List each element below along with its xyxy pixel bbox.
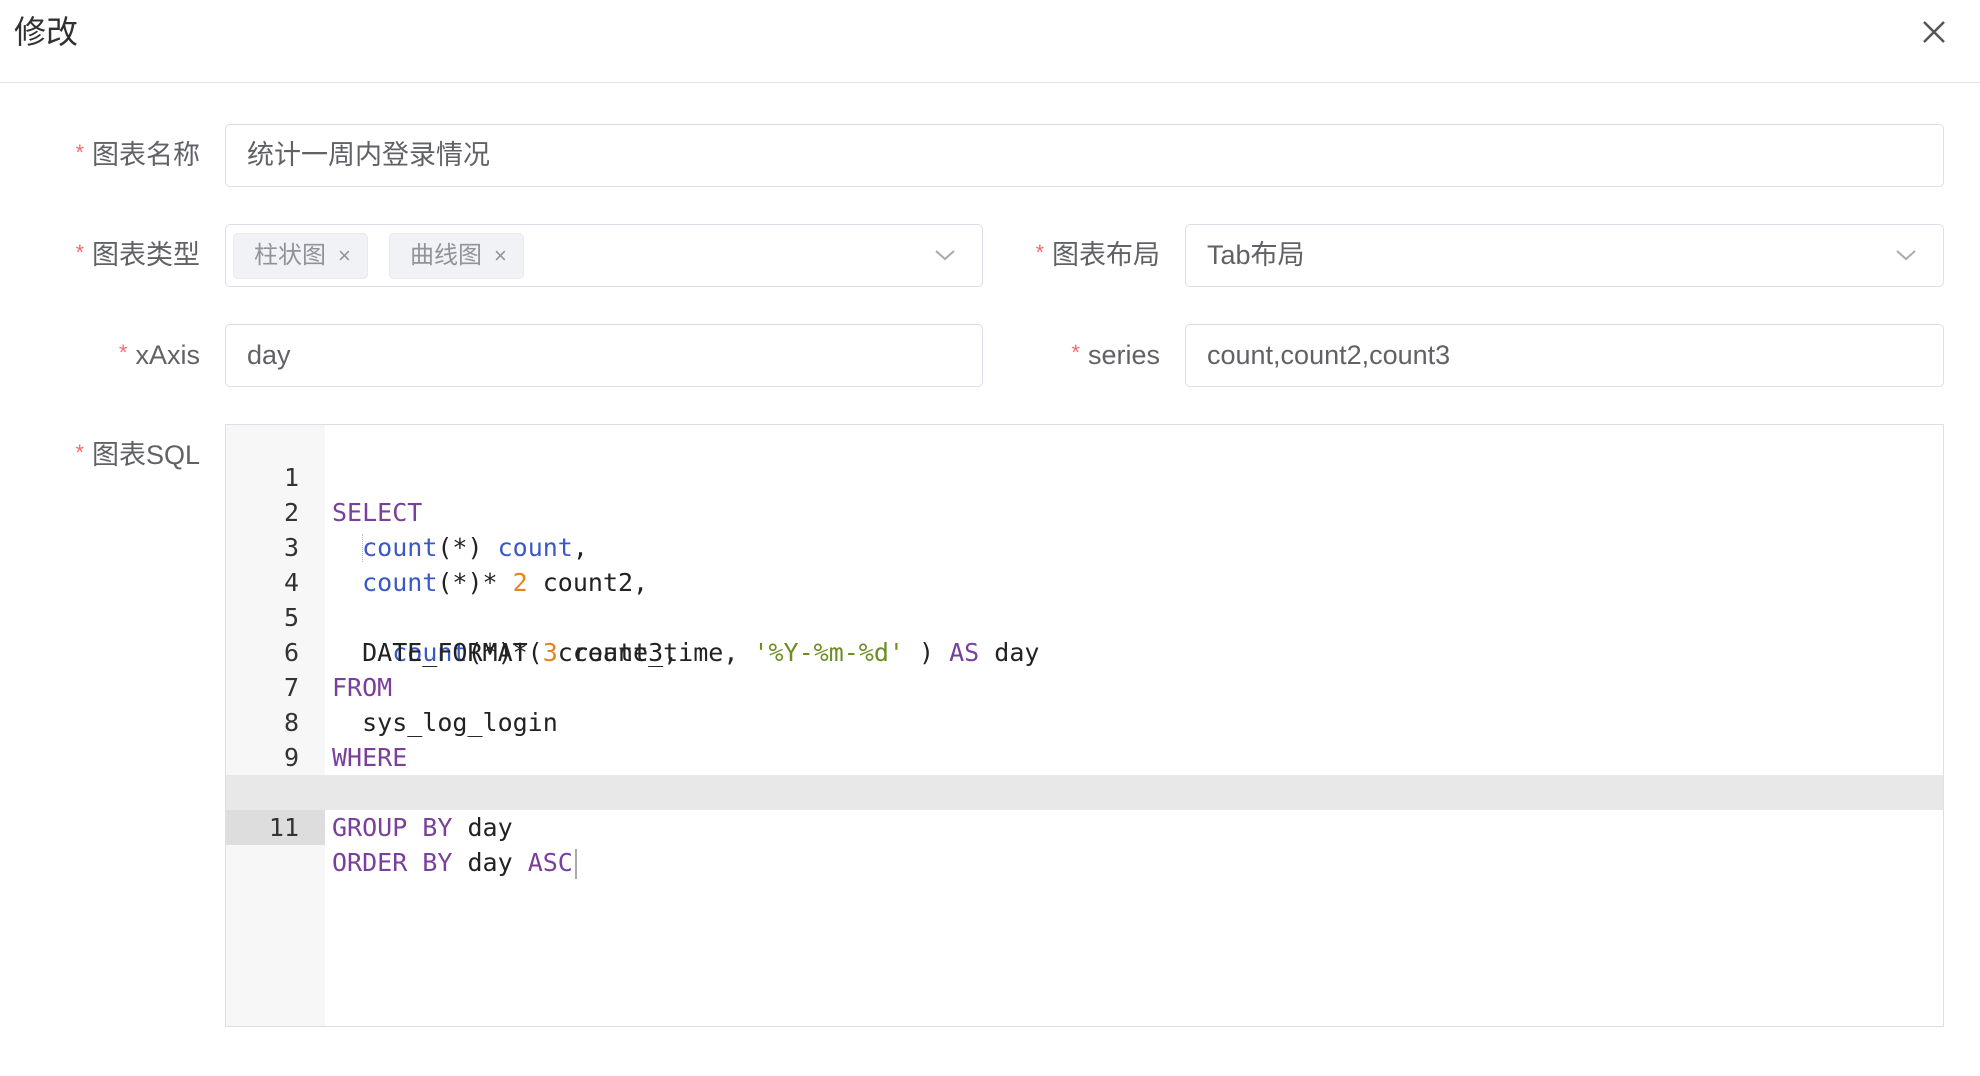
code-line[interactable]: 4 count(*)* 3 count3, <box>226 530 1943 667</box>
chart-type-tag-label: 曲线图 <box>410 242 482 269</box>
code-line-active[interactable]: 11 ORDER BY day ASC <box>226 775 1943 879</box>
chart-type-label: * 图表类型 <box>0 238 200 274</box>
text-cursor <box>574 849 577 879</box>
code-line[interactable]: 10 GROUP BY day <box>226 740 1943 842</box>
xaxis-label-text: xAxis <box>135 340 200 370</box>
code-line[interactable]: 3 count(*)* 2 count2, <box>226 495 1943 597</box>
chart-layout-select[interactable]: Tab布局 <box>1185 224 1944 287</box>
chart-type-select[interactable]: 柱状图 × 曲线图 × <box>225 224 983 287</box>
required-mark: * <box>118 340 128 365</box>
line-number: 11 <box>226 810 325 845</box>
series-label: * series <box>960 338 1160 374</box>
code-text: GROUP BY day <box>332 813 513 842</box>
chart-type-tag-label: 柱状图 <box>254 242 326 269</box>
dialog-title: 修改 <box>14 14 79 50</box>
series-input[interactable]: count,count2,count3 <box>1185 324 1944 387</box>
chevron-down-icon[interactable] <box>1895 247 1917 263</box>
sql-label: * 图表SQL <box>0 438 200 474</box>
code-line[interactable]: 2 count(*) count, <box>226 460 1943 562</box>
xaxis-label: * xAxis <box>0 338 200 374</box>
xaxis-input[interactable]: day <box>225 324 983 387</box>
code-line[interactable]: 7 sys_log_login <box>226 635 1943 737</box>
sql-code-editor[interactable]: 1 SELECT 2 count(*) count, 3 count(*)* 2… <box>225 424 1944 1027</box>
dialog-header: 修改 <box>0 0 1980 83</box>
chart-layout-label: * 图表布局 <box>960 238 1160 274</box>
chart-layout-label-text: 图表布局 <box>1052 240 1160 270</box>
chevron-down-icon[interactable] <box>934 247 956 263</box>
chart-name-label-text: 图表名称 <box>92 140 200 170</box>
series-label-text: series <box>1087 340 1160 370</box>
code-line[interactable]: 9 create_time >= DATE_SUB( NOW(), INTERV… <box>226 705 1943 807</box>
code-line[interactable]: 5 DATE_FORMAT( create_time, '%Y-%m-%d' )… <box>226 565 1943 667</box>
required-mark: * <box>75 240 84 265</box>
required-mark: * <box>1071 340 1080 365</box>
close-button[interactable] <box>1916 14 1952 50</box>
chart-name-input[interactable]: 统计一周内登录情况 <box>225 124 1944 187</box>
tag-close-icon[interactable]: × <box>338 234 351 278</box>
required-mark: * <box>75 440 84 465</box>
chart-type-label-text: 图表类型 <box>92 240 200 270</box>
sql-label-text: 图表SQL <box>91 440 200 470</box>
chart-name-label: * 图表名称 <box>0 138 200 174</box>
code-line[interactable]: 6 FROM <box>226 600 1943 702</box>
required-mark: * <box>1035 240 1044 265</box>
code-line[interactable]: 8 WHERE <box>226 670 1943 772</box>
chart-type-tag: 柱状图 × <box>233 233 368 279</box>
code-text: ORDER BY day ASC <box>332 845 577 880</box>
chart-layout-value: Tab布局 <box>1207 240 1305 270</box>
chart-type-tag: 曲线图 × <box>389 233 524 279</box>
close-icon <box>1923 21 1945 43</box>
code-line[interactable]: 1 SELECT <box>226 425 1943 527</box>
required-mark: * <box>75 140 84 165</box>
tag-close-icon[interactable]: × <box>494 234 507 278</box>
indent-guide <box>362 534 363 562</box>
